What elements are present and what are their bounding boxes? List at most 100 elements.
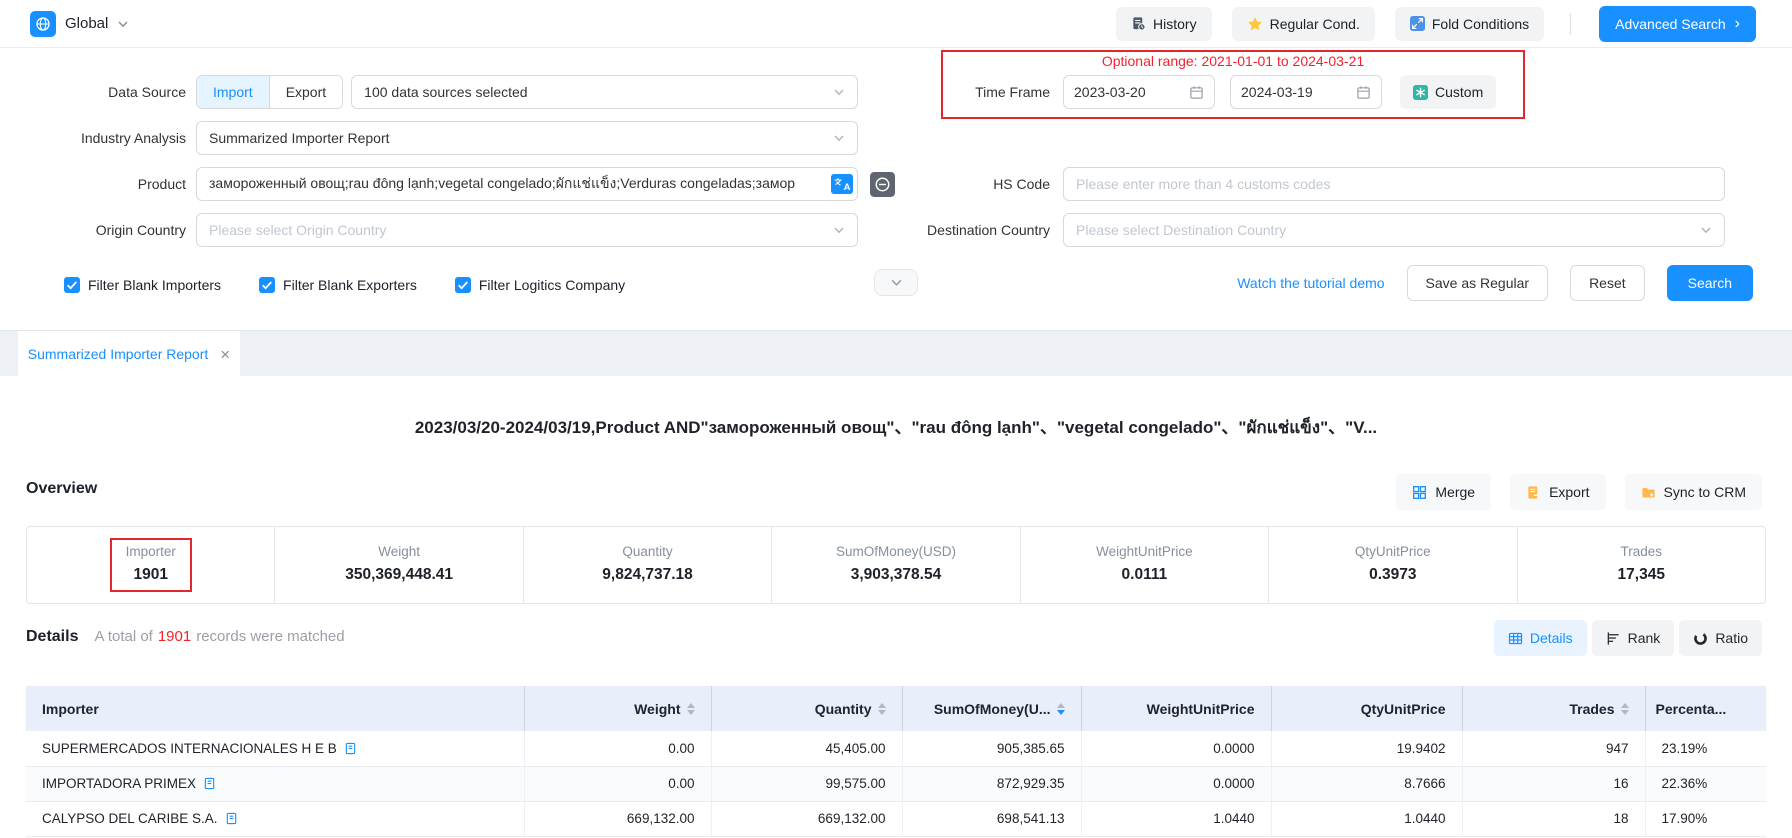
column-header-weight-unit-price[interactable]: WeightUnitPrice: [1081, 686, 1271, 731]
column-header-quantity[interactable]: Quantity: [711, 686, 902, 731]
product-label: Product: [26, 167, 186, 201]
column-header-qty-unit-price[interactable]: QtyUnitPrice: [1271, 686, 1462, 731]
sync-to-crm-label: Sync to CRM: [1664, 484, 1746, 500]
view-rank-button[interactable]: Rank: [1592, 620, 1675, 656]
tab-strip: Summarized Importer Report ×: [0, 330, 1792, 376]
weight-cell: 669,132.00: [524, 801, 711, 836]
export-icon: [1526, 485, 1541, 500]
checkbox-checked-icon: [455, 277, 471, 293]
filter-logitics-company-checkbox[interactable]: Filter Logitics Company: [455, 277, 625, 293]
stat-sum-of-money: SumOfMoney(USD) 3,903,378.54: [771, 527, 1019, 603]
chevron-down-icon: [890, 276, 903, 289]
export-tab[interactable]: Export: [269, 76, 342, 108]
sort-icon[interactable]: [878, 703, 886, 715]
form-row-industry: Industry Analysis Summarized Importer Re…: [0, 121, 1792, 155]
importer-name[interactable]: SUPERMERCADOS INTERNACIONALES H E B: [42, 741, 337, 756]
table-row: IMPORTADORA PRIMEX 0.00 99,575.00 872,92…: [26, 766, 1766, 801]
custom-range-button[interactable]: Custom: [1400, 75, 1496, 109]
data-sources-select[interactable]: 100 data sources selected: [351, 75, 858, 109]
importer-name[interactable]: IMPORTADORA PRIMEX: [42, 776, 196, 791]
company-profile-icon[interactable]: [344, 742, 357, 755]
details-heading: Details: [26, 628, 78, 646]
export-button[interactable]: Export: [1510, 474, 1605, 510]
folder-sync-icon: [1641, 485, 1656, 500]
regular-cond-label: Regular Cond.: [1270, 16, 1360, 32]
qty-unit-price-cell: 19.9402: [1271, 731, 1462, 766]
calendar-icon: [1189, 85, 1204, 100]
industry-analysis-select[interactable]: Summarized Importer Report: [196, 121, 858, 155]
filter-blank-exporters-checkbox[interactable]: Filter Blank Exporters: [259, 277, 417, 293]
advanced-search-button[interactable]: Advanced Search ›: [1599, 6, 1756, 42]
checkbox-checked-icon: [64, 277, 80, 293]
regular-cond-button[interactable]: Regular Cond.: [1232, 7, 1375, 41]
weight-cell: 0.00: [524, 766, 711, 801]
view-details-button[interactable]: Details: [1494, 620, 1587, 656]
sync-to-crm-button[interactable]: Sync to CRM: [1625, 474, 1762, 510]
chevron-down-icon: [833, 86, 845, 98]
overview-actions: Merge Export Sync to CRM: [1396, 474, 1762, 510]
form-row-data-source: Data Source Import Export 100 data sourc…: [0, 75, 1792, 109]
search-button[interactable]: Search: [1667, 265, 1753, 301]
details-heading-row: Details A total of1901records were match…: [26, 628, 345, 646]
merge-button[interactable]: Merge: [1396, 474, 1491, 510]
percentage-cell: 22.36%: [1645, 766, 1766, 801]
view-ratio-label: Ratio: [1715, 630, 1748, 646]
save-as-regular-button[interactable]: Save as Regular: [1407, 265, 1549, 301]
details-summary: A total of1901records were matched: [94, 628, 344, 645]
hs-code-input[interactable]: [1063, 167, 1725, 201]
qty-unit-price-cell: 8.7666: [1271, 766, 1462, 801]
trades-cell: 18: [1462, 801, 1645, 836]
quantity-cell: 669,132.00: [711, 801, 902, 836]
destination-country-select[interactable]: Please select Destination Country: [1063, 213, 1725, 247]
import-tab[interactable]: Import: [197, 76, 269, 108]
svg-text:A: A: [844, 182, 851, 193]
data-source-toggle: Import Export: [196, 75, 343, 109]
tutorial-demo-link[interactable]: Watch the tutorial demo: [1237, 275, 1384, 291]
overview-stats-card: Importer 1901 Weight 350,369,448.41 Quan…: [26, 526, 1766, 604]
translate-icon[interactable]: A: [831, 174, 853, 194]
stat-quantity: Quantity 9,824,737.18: [523, 527, 771, 603]
stat-value: 1901: [126, 566, 176, 584]
sort-icon-active-desc[interactable]: [1057, 703, 1065, 715]
history-button[interactable]: History: [1116, 7, 1212, 41]
search-form: Data Source Import Export 100 data sourc…: [0, 48, 1792, 330]
form-row-countries: Origin Country Please select Origin Coun…: [0, 213, 1792, 247]
column-header-trades[interactable]: Trades: [1462, 686, 1645, 731]
history-icon: [1131, 16, 1146, 31]
view-rank-label: Rank: [1628, 630, 1661, 646]
advanced-search-label: Advanced Search: [1615, 16, 1726, 32]
close-icon[interactable]: ×: [220, 346, 230, 363]
trades-cell: 16: [1462, 766, 1645, 801]
column-header-sum-of-money[interactable]: SumOfMoney(U...: [902, 686, 1081, 731]
merge-label: Merge: [1435, 484, 1475, 500]
importer-name[interactable]: CALYPSO DEL CARIBE S.A.: [42, 811, 218, 826]
tab-summarized-importer-report[interactable]: Summarized Importer Report ×: [18, 331, 240, 377]
stat-value: 17,345: [1618, 566, 1665, 584]
column-header-weight[interactable]: Weight: [524, 686, 711, 731]
sort-icon[interactable]: [1621, 703, 1629, 715]
start-date-input[interactable]: 2023-03-20: [1063, 75, 1215, 109]
company-profile-icon[interactable]: [203, 777, 216, 790]
column-header-percentage[interactable]: Percenta...: [1645, 686, 1766, 731]
product-input[interactable]: [196, 167, 858, 201]
calendar-icon: [1356, 85, 1371, 100]
collapse-conditions-button[interactable]: [874, 269, 918, 296]
reset-button[interactable]: Reset: [1570, 265, 1645, 301]
destination-country-placeholder: Please select Destination Country: [1076, 222, 1692, 238]
region-selector[interactable]: Global: [30, 11, 129, 37]
end-date-input[interactable]: 2024-03-19: [1230, 75, 1382, 109]
stat-label: WeightUnitPrice: [1096, 544, 1193, 559]
percentage-cell: 17.90%: [1645, 801, 1766, 836]
stat-value: 0.3973: [1355, 566, 1431, 584]
stat-value: 3,903,378.54: [836, 566, 956, 584]
origin-country-select[interactable]: Please select Origin Country: [196, 213, 858, 247]
sort-icon[interactable]: [687, 703, 695, 715]
company-profile-icon[interactable]: [225, 812, 238, 825]
view-ratio-button[interactable]: Ratio: [1679, 620, 1762, 656]
fold-conditions-button[interactable]: Fold Conditions: [1395, 7, 1544, 41]
form-row-filters: Filter Blank Importers Filter Blank Expo…: [0, 266, 1792, 304]
stat-label: Quantity: [602, 544, 693, 559]
filter-blank-importers-checkbox[interactable]: Filter Blank Importers: [64, 277, 221, 293]
tab-label: Summarized Importer Report: [28, 346, 209, 362]
checkbox-checked-icon: [259, 277, 275, 293]
